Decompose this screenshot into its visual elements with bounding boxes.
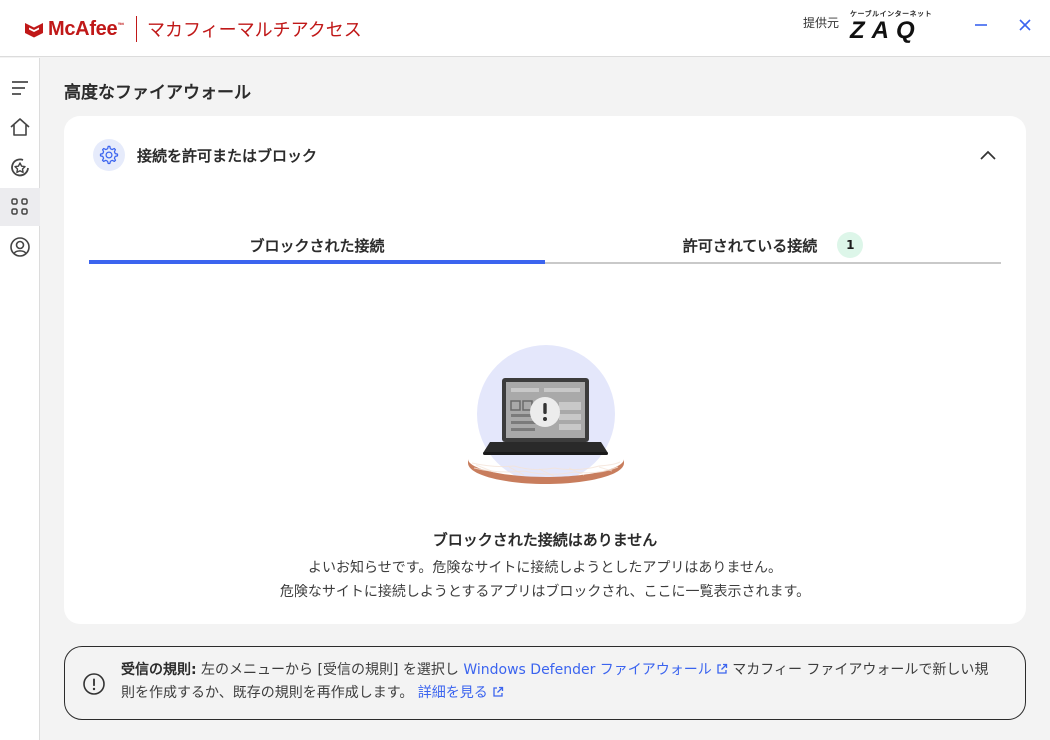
apps-grid-icon (11, 198, 28, 215)
learn-more-link[interactable]: 詳細を見る (418, 685, 504, 701)
chevron-up-icon (980, 150, 996, 160)
info-label: 受信の規則: (121, 662, 197, 678)
minimize-icon (975, 24, 987, 26)
mcafee-shield-icon (24, 20, 44, 38)
home-icon (10, 118, 30, 136)
menu-icon (12, 81, 28, 95)
brand-divider (136, 16, 138, 42)
sidebar-item-menu[interactable] (0, 69, 40, 107)
empty-state-message: 危険なサイトに接続しようとするアプリはブロックされ、ここに一覧表示されます。 (279, 584, 811, 600)
windows-defender-link[interactable]: Windows Defender ファイアウォール (463, 662, 727, 678)
tab-allowed-connections[interactable]: 許可されている接続 1 (545, 226, 1001, 264)
empty-state-message: よいお知らせです。危険なサイトに接続しようとしたアプリはありません。 (308, 560, 782, 576)
product-name: マカフィーマルチアクセス (147, 20, 362, 41)
info-text-part: 左のメニューから [受信の規則] を選択し (196, 662, 464, 678)
provider-logo: ケーブルインターネット ZAQ (850, 9, 954, 45)
brand-name: McAfee™ (48, 17, 125, 40)
sidebar-item-apps[interactable] (0, 188, 40, 226)
info-text: 受信の規則: 左のメニューから [受信の規則] を選択し Windows Def… (121, 659, 1001, 705)
sidebar-item-account[interactable] (0, 228, 40, 266)
collapse-button[interactable] (976, 144, 1000, 168)
page-title: 高度なファイアウォール (64, 83, 251, 103)
laptop-warning-illustration (464, 344, 629, 489)
external-link-icon (493, 686, 503, 697)
inbound-rules-info: 受信の規則: 左のメニューから [受信の規則] を選択し Windows Def… (64, 646, 1026, 720)
empty-state-title: ブロックされた接続はありません (432, 531, 658, 549)
tab-label: 許可されている接続 (682, 236, 818, 255)
sidebar (0, 58, 40, 740)
provider-label: 提供元 (803, 16, 840, 30)
sidebar-item-protection[interactable] (0, 148, 40, 186)
gear-icon (99, 145, 119, 165)
card-icon-circle (93, 139, 125, 171)
info-icon (83, 673, 105, 695)
close-button[interactable] (1013, 13, 1037, 37)
title-bar: McAfee™ マカフィーマルチアクセス 提供元 ケーブルインターネット ZAQ (0, 0, 1050, 57)
card-title: 接続を許可またはブロック (137, 147, 318, 165)
firewall-connections-card: 接続を許可またはブロック ブロックされた接続 許可されている接続 1 ブロックさ… (64, 116, 1026, 624)
tab-blocked-connections[interactable]: ブロックされた接続 (89, 226, 545, 264)
sidebar-item-home[interactable] (0, 108, 40, 146)
provider-name: ZAQ (850, 17, 922, 44)
protection-icon (11, 158, 29, 177)
close-icon (1019, 19, 1031, 31)
brand: McAfee™ マカフィーマルチアクセス (24, 15, 362, 43)
active-tab-indicator (89, 260, 545, 264)
account-icon (10, 237, 30, 257)
minimize-button[interactable] (969, 13, 993, 37)
connection-tabs: ブロックされた接続 許可されている接続 1 (89, 226, 1001, 264)
tab-label: ブロックされた接続 (249, 236, 385, 255)
external-link-icon (717, 663, 727, 674)
count-badge: 1 (837, 232, 864, 258)
